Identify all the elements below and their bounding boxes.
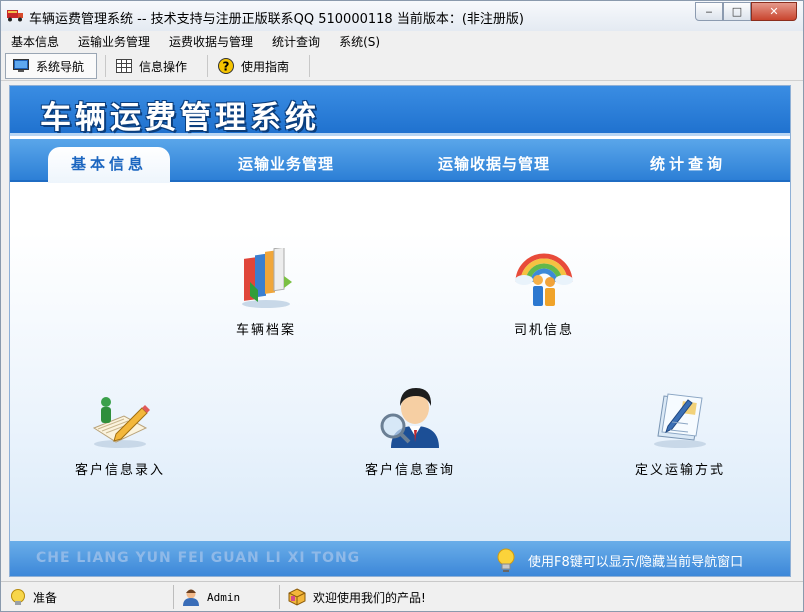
- document-pen-icon: [648, 384, 712, 453]
- customer-query-label: 客户信息查询: [364, 463, 455, 478]
- product-box-icon: [287, 587, 307, 607]
- tab-statistics[interactable]: 统计查询: [650, 153, 726, 174]
- title-bar: 车辆运费管理系统 -- 技术支持与注册正版联系QQ 510000118 当前版本…: [1, 1, 803, 31]
- person-magnifier-icon: [377, 384, 443, 453]
- close-button[interactable]: ✕: [751, 2, 797, 21]
- nav-toolbar-button[interactable]: 系统导航: [5, 53, 97, 79]
- username: Admin: [207, 590, 241, 604]
- customer-query-module[interactable]: 客户信息查询: [350, 384, 470, 478]
- info-toolbar-label: 信息操作: [139, 59, 188, 74]
- customer-entry-label: 客户信息录入: [74, 463, 165, 478]
- menu-basic-info[interactable]: 基本信息: [1, 33, 68, 50]
- menu-transport-business[interactable]: 运输业务管理: [68, 33, 159, 50]
- maximize-button[interactable]: □: [723, 2, 751, 21]
- close-icon: ✕: [769, 5, 779, 18]
- status-text: 准备: [33, 590, 58, 605]
- bulb-status-icon: [9, 588, 27, 606]
- driver-info-module[interactable]: 司机信息: [484, 246, 604, 338]
- help-icon: ?: [217, 58, 235, 74]
- window-title: 车辆运费管理系统 -- 技术支持与注册正版联系QQ 510000118 当前版本…: [29, 12, 524, 27]
- info-toolbar-button[interactable]: 信息操作: [109, 53, 201, 79]
- transport-mode-module[interactable]: 定义运输方式: [620, 384, 740, 478]
- monitor-icon: [12, 58, 30, 74]
- customer-entry-module[interactable]: 客户信息录入: [60, 384, 180, 478]
- app-truck-icon: [6, 7, 24, 23]
- driver-info-label: 司机信息: [513, 323, 574, 338]
- svg-text:?: ?: [223, 60, 230, 74]
- vehicle-records-module[interactable]: 车辆档案: [206, 246, 326, 338]
- rainbow-people-icon: [512, 246, 576, 313]
- banner-title: 车辆运费管理系统: [40, 100, 320, 136]
- transport-mode-label: 定义运输方式: [634, 463, 725, 478]
- nav-toolbar-label: 系统导航: [36, 59, 85, 74]
- minimize-button[interactable]: ‒: [695, 2, 723, 21]
- navigation-panel: 车辆运费管理系统 基本信息 运输业务管理 运输收据与管理 统计查询 车辆档案 司…: [9, 85, 791, 577]
- menu-bar: 基本信息 运输业务管理 运费收据与管理 统计查询 系统(S): [1, 31, 803, 51]
- user-icon: [181, 587, 201, 607]
- maximize-icon: □: [731, 5, 743, 18]
- guide-toolbar-label: 使用指南: [241, 59, 290, 74]
- lightbulb-icon: [496, 548, 516, 572]
- status-welcome: 欢迎使用我们的产品!: [287, 586, 426, 608]
- status-user: Admin: [181, 586, 240, 608]
- panel-footer: CHE LIANG YUN FEI GUAN LI XI TONG 使用F8键可…: [10, 541, 790, 576]
- vehicle-records-label: 车辆档案: [235, 323, 296, 338]
- welcome-text: 欢迎使用我们的产品!: [313, 590, 426, 605]
- books-icon: [236, 246, 296, 313]
- banner: 车辆运费管理系统: [10, 86, 790, 136]
- pinyin-caption: CHE LIANG YUN FEI GUAN LI XI TONG: [36, 550, 361, 566]
- f8-hint: 使用F8键可以显示/隐藏当前导航窗口: [528, 554, 744, 570]
- grid-icon: [115, 58, 133, 74]
- minimize-icon: ‒: [705, 5, 713, 18]
- tab-strip: 基本信息 运输业务管理 运输收据与管理 统计查询: [10, 139, 790, 183]
- toolbar: 系统导航 信息操作 ? 使用指南: [1, 51, 803, 81]
- tab-transport-receipts[interactable]: 运输收据与管理: [438, 153, 550, 174]
- tab-transport-business[interactable]: 运输业务管理: [238, 153, 334, 174]
- menu-statistics[interactable]: 统计查询: [262, 33, 329, 50]
- menu-system[interactable]: 系统(S): [329, 33, 389, 50]
- guide-toolbar-button[interactable]: ? 使用指南: [211, 53, 307, 79]
- status-ready: 准备: [9, 586, 57, 608]
- menu-freight-receipts[interactable]: 运费收据与管理: [159, 33, 262, 50]
- status-bar: 准备 Admin 欢迎使用我们的产品!: [1, 581, 803, 611]
- app-window: 车辆运费管理系统 -- 技术支持与注册正版联系QQ 510000118 当前版本…: [0, 0, 804, 612]
- notepad-pencil-icon: [88, 384, 152, 453]
- tab-basic-info[interactable]: 基本信息: [48, 147, 170, 183]
